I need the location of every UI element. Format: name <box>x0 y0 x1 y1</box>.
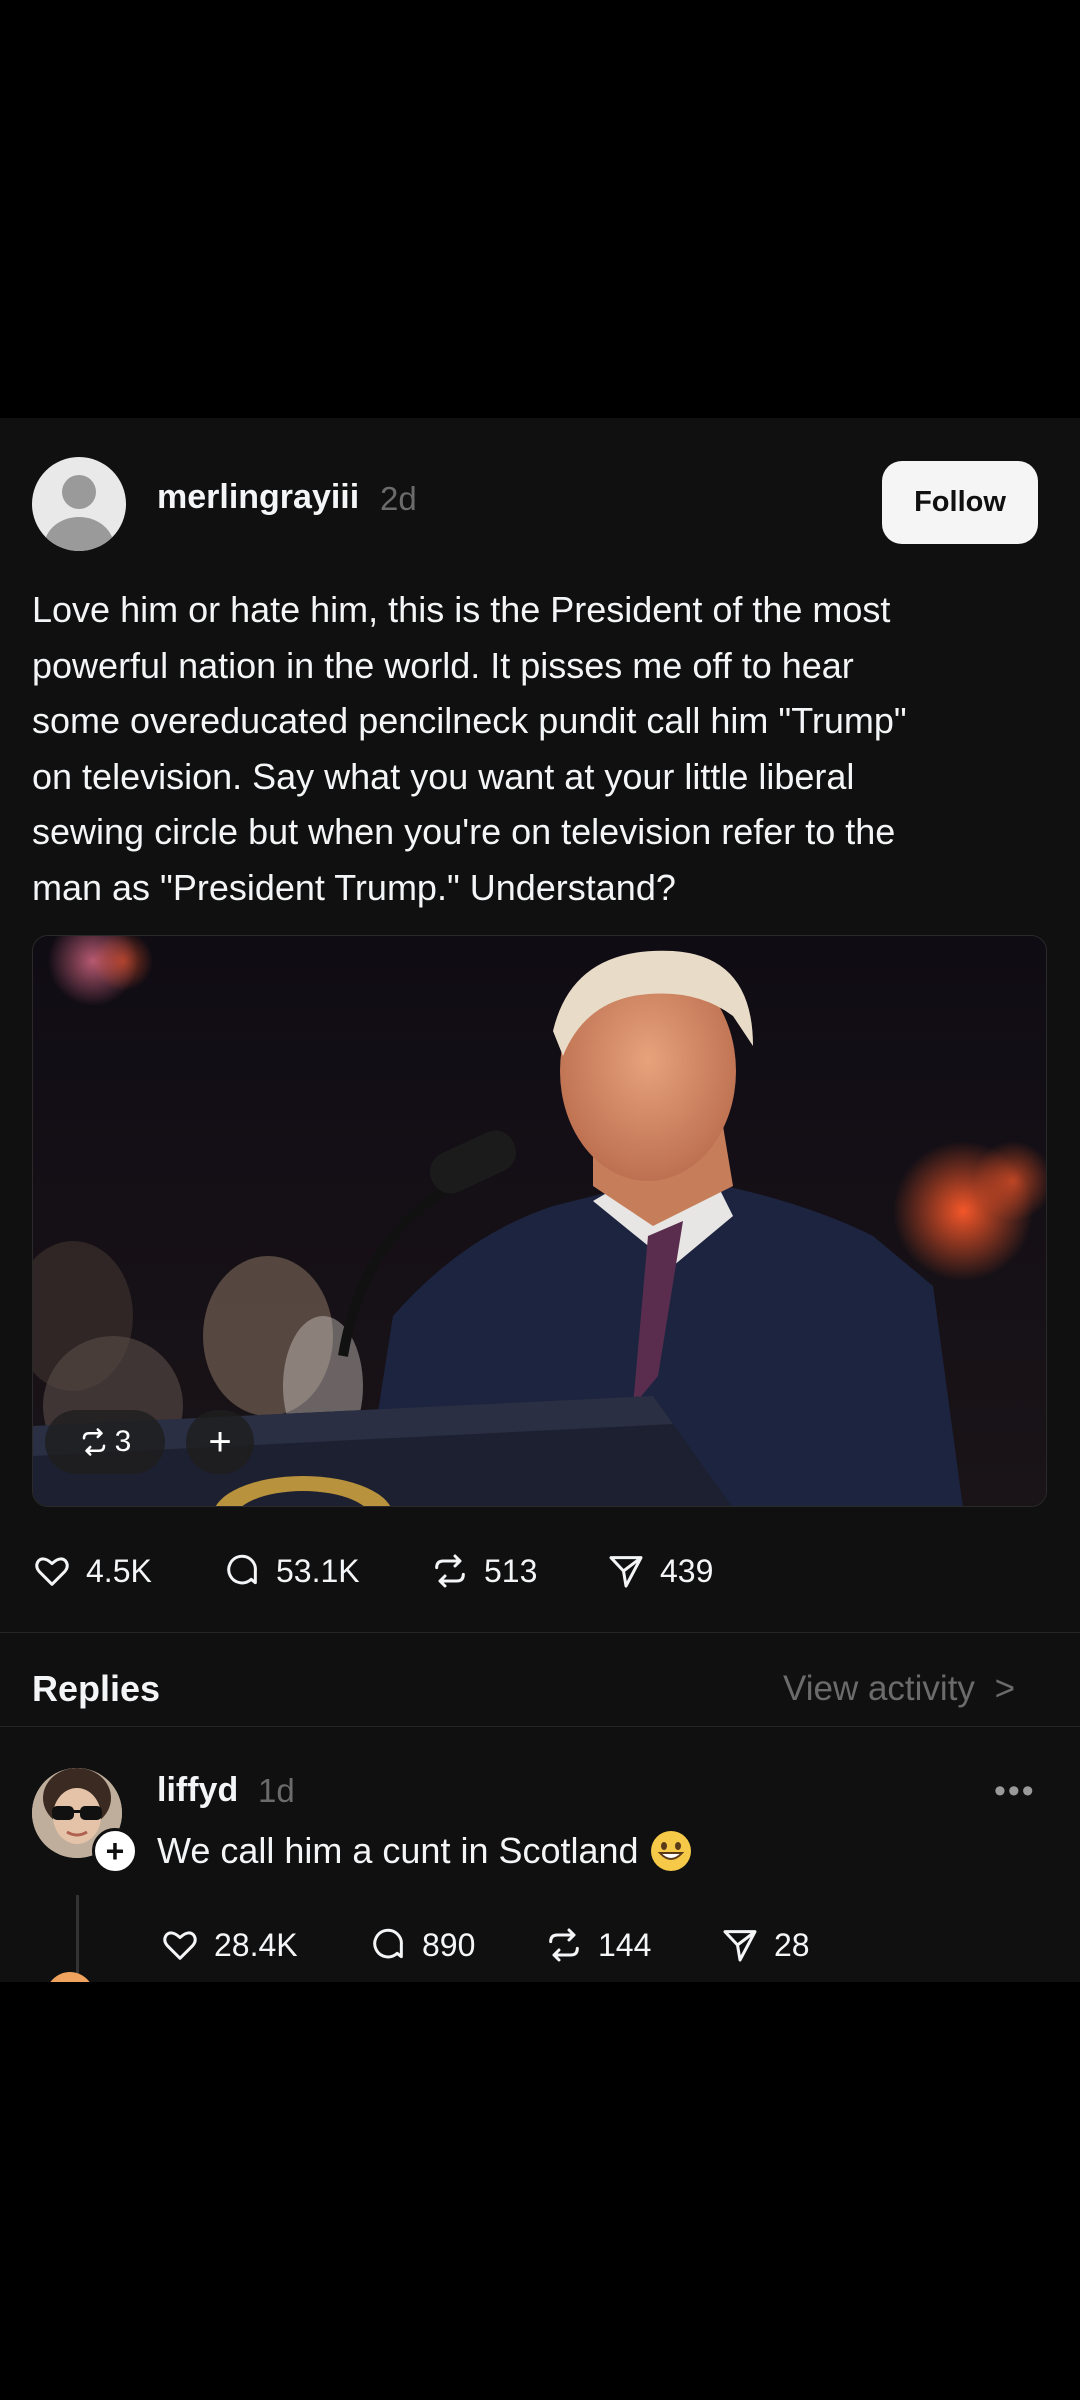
author-avatar[interactable] <box>32 457 126 551</box>
comment-count: 53.1K <box>276 1552 360 1589</box>
reply-body-text: We call him a cunt in Scotland <box>157 1830 639 1871</box>
reply-like-button[interactable]: 28.4K <box>160 1920 298 1970</box>
heart-icon <box>163 1931 197 1960</box>
view-activity-link[interactable]: View activity > <box>783 1669 1015 1709</box>
post-timestamp: 2d <box>380 480 417 517</box>
like-count: 4.5K <box>86 1552 152 1589</box>
media-repost-chip[interactable]: 3 <box>45 1410 165 1474</box>
media-repost-count: 3 <box>114 1425 132 1458</box>
more-options-icon[interactable]: ••• <box>994 1772 1036 1811</box>
replies-heading: Replies <box>32 1668 161 1709</box>
repost-icon <box>549 1928 579 1962</box>
reply-share-count: 28 <box>774 1926 810 1963</box>
view-activity-label: View activity <box>783 1669 975 1708</box>
reply-username[interactable]: liffyd <box>157 1771 238 1810</box>
share-button[interactable]: 439 <box>606 1546 713 1596</box>
president-at-podium-image <box>33 936 1046 1506</box>
letterbox-bottom <box>0 1982 1080 2400</box>
reply-repost-count: 144 <box>598 1926 652 1963</box>
repost-count: 513 <box>484 1552 538 1589</box>
reply-comment-count: 890 <box>422 1926 476 1963</box>
reply-comment-button[interactable]: 890 <box>368 1920 475 1970</box>
comment-icon <box>373 1928 403 1959</box>
repost-icon <box>435 1554 465 1588</box>
chevron-right-icon: > <box>994 1669 1016 1708</box>
follow-plus-badge[interactable]: + <box>92 1828 138 1874</box>
grinning-face-icon <box>650 1831 691 1871</box>
follow-button[interactable]: Follow <box>882 461 1038 544</box>
avatar-head-shape <box>62 475 96 509</box>
send-icon <box>609 1556 643 1588</box>
repost-icon <box>82 1428 105 1456</box>
reply-body: We call him a cunt in Scotland <box>157 1830 691 1872</box>
divider <box>0 1632 1080 1633</box>
reply-like-count: 28.4K <box>214 1926 298 1963</box>
like-button[interactable]: 4.5K <box>32 1546 152 1596</box>
author-username[interactable]: merlingrayiii <box>157 478 359 517</box>
post-image[interactable] <box>32 935 1047 1507</box>
media-add-button[interactable]: + <box>186 1410 254 1474</box>
divider <box>0 1726 1080 1727</box>
post-body-text: Love him or hate him, this is the Presid… <box>32 589 907 908</box>
reply-repost-button[interactable]: 144 <box>544 1920 651 1970</box>
comment-button[interactable]: 53.1K <box>222 1546 360 1596</box>
repost-button[interactable]: 513 <box>430 1546 537 1596</box>
reply-timestamp: 1d <box>258 1772 295 1809</box>
heart-icon <box>35 1557 69 1586</box>
comment-icon <box>227 1554 257 1585</box>
send-icon <box>723 1930 757 1962</box>
avatar-body-shape <box>44 517 114 551</box>
reply-share-button[interactable]: 28 <box>720 1920 810 1970</box>
share-count: 439 <box>660 1552 714 1589</box>
